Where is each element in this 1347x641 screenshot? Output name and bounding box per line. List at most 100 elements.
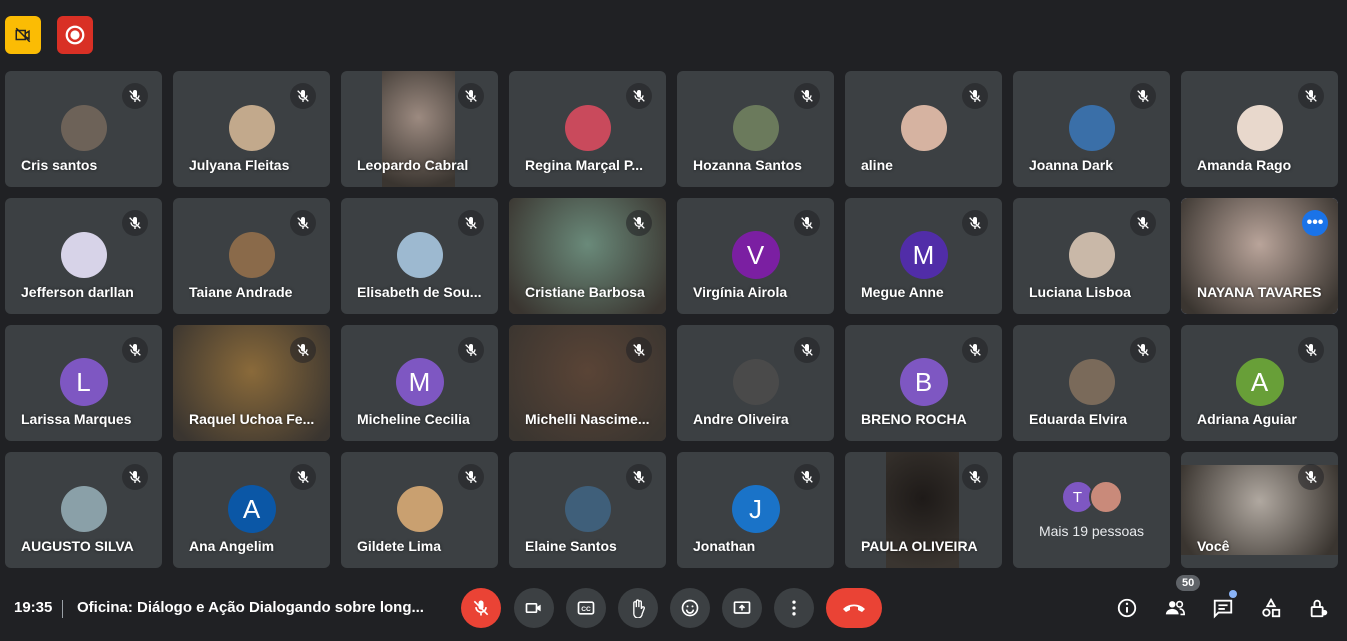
- avatar: [732, 105, 779, 151]
- participant-name: Cristiane Barbosa: [525, 284, 645, 300]
- participant-options-icon[interactable]: •••: [1302, 210, 1328, 236]
- avatar: [1068, 232, 1115, 278]
- participant-tile[interactable]: Elisabeth de Sou...: [341, 198, 498, 314]
- participant-name: aline: [861, 157, 893, 173]
- participant-tile[interactable]: Elaine Santos: [509, 452, 666, 568]
- participant-tile[interactable]: Hozanna Santos: [677, 71, 834, 187]
- recording-badge[interactable]: [57, 16, 93, 54]
- muted-mic-icon: [1298, 83, 1324, 109]
- participant-tile[interactable]: Julyana Fleitas: [173, 71, 330, 187]
- people-button[interactable]: [1162, 595, 1188, 621]
- muted-mic-icon: [290, 210, 316, 236]
- muted-mic-icon: [626, 83, 652, 109]
- participant-tile[interactable]: aline: [845, 71, 1002, 187]
- participant-name: Adriana Aguiar: [1197, 411, 1297, 427]
- participant-tile[interactable]: Amanda Rago: [1181, 71, 1338, 187]
- avatar: [228, 232, 275, 278]
- captions-icon: CC: [577, 601, 595, 615]
- participant-tile[interactable]: Você: [1181, 452, 1338, 568]
- chat-button[interactable]: [1210, 595, 1236, 621]
- participant-name: Eduarda Elvira: [1029, 411, 1128, 427]
- people-icon: [1165, 600, 1185, 616]
- microphone-button[interactable]: [461, 588, 501, 628]
- participant-tile[interactable]: Gildete Lima: [341, 452, 498, 568]
- participant-tile[interactable]: Taiane Andrade: [173, 198, 330, 314]
- muted-mic-icon: [962, 210, 988, 236]
- more-options-icon: [792, 600, 796, 616]
- participant-tile[interactable]: B BRENO ROCHA: [845, 325, 1002, 441]
- participant-tile[interactable]: Raquel Uchoa Fe...: [173, 325, 330, 441]
- muted-mic-icon: [290, 337, 316, 363]
- chat-icon: [1213, 599, 1233, 619]
- camera-button[interactable]: [514, 588, 554, 628]
- participant-tile[interactable]: PAULA OLIVEIRA: [845, 452, 1002, 568]
- participant-name: Hozanna Santos: [693, 157, 802, 173]
- more-participants-avatars: T: [1060, 480, 1123, 514]
- participant-tile[interactable]: M Micheline Cecilia: [341, 325, 498, 441]
- avatar: V: [731, 231, 780, 279]
- host-controls-icon: [1310, 599, 1328, 618]
- participant-name: Virgínia Airola: [693, 284, 788, 300]
- participant-tile[interactable]: Jefferson darllan: [5, 198, 162, 314]
- muted-mic-icon: [122, 464, 148, 490]
- participant-tile[interactable]: J Jonathan: [677, 452, 834, 568]
- participant-tile[interactable]: Leopardo Cabral: [341, 71, 498, 187]
- present-screen-icon: [733, 601, 751, 614]
- participant-name: Você: [1197, 538, 1230, 554]
- participant-name: Andre Oliveira: [693, 411, 789, 427]
- reactions-button[interactable]: [670, 588, 710, 628]
- participant-tile[interactable]: Eduarda Elvira: [1013, 325, 1170, 441]
- participant-name: BRENO ROCHA: [861, 411, 967, 427]
- info-icon: [1117, 598, 1137, 618]
- participant-name: Taiane Andrade: [189, 284, 293, 300]
- meeting-title[interactable]: Oficina: Diálogo e Ação Dialogando sobre…: [77, 599, 424, 616]
- participant-name: AUGUSTO SILVA: [21, 538, 134, 554]
- participant-name: PAULA OLIVEIRA: [861, 538, 978, 554]
- meeting-details-button[interactable]: [1114, 595, 1140, 621]
- avatar: J: [731, 485, 780, 533]
- avatar: [1068, 359, 1115, 405]
- avatar: [228, 105, 275, 151]
- chat-notification-dot: [1229, 590, 1237, 598]
- participant-tile[interactable]: Cris santos: [5, 71, 162, 187]
- participant-tile[interactable]: Andre Oliveira: [677, 325, 834, 441]
- mic-off-icon: [473, 600, 489, 616]
- participant-tile[interactable]: Regina Marçal P...: [509, 71, 666, 187]
- muted-mic-icon: [962, 337, 988, 363]
- captions-button[interactable]: CC: [566, 588, 606, 628]
- participant-tile[interactable]: Joanna Dark: [1013, 71, 1170, 187]
- muted-mic-icon: [122, 210, 148, 236]
- avatar: [60, 232, 107, 278]
- participant-name: Regina Marçal P...: [525, 157, 644, 173]
- emoji-icon: [681, 599, 699, 617]
- host-controls-button[interactable]: [1306, 595, 1332, 621]
- activities-button[interactable]: [1258, 595, 1284, 621]
- participant-tile[interactable]: T Mais 19 pessoas: [1013, 452, 1170, 568]
- raise-hand-icon: [633, 599, 645, 618]
- raise-hand-button[interactable]: [618, 588, 658, 628]
- participant-tile[interactable]: Michelli Nascime...: [509, 325, 666, 441]
- no-video-badge[interactable]: [5, 16, 41, 54]
- participant-name: Cris santos: [21, 157, 98, 173]
- participant-tile[interactable]: M Megue Anne: [845, 198, 1002, 314]
- muted-mic-icon: [458, 210, 484, 236]
- more-options-button[interactable]: [774, 588, 814, 628]
- participant-tile[interactable]: Cristiane Barbosa: [509, 198, 666, 314]
- participant-tile[interactable]: Luciana Lisboa: [1013, 198, 1170, 314]
- participant-tile[interactable]: AUGUSTO SILVA: [5, 452, 162, 568]
- leave-call-button[interactable]: [826, 588, 882, 628]
- muted-mic-icon: [794, 210, 820, 236]
- participant-name: Luciana Lisboa: [1029, 284, 1131, 300]
- avatar: [1068, 105, 1115, 151]
- participant-tile[interactable]: A Ana Angelim: [173, 452, 330, 568]
- participant-tile[interactable]: V Virgínia Airola: [677, 198, 834, 314]
- participant-name: Julyana Fleitas: [189, 157, 290, 173]
- participant-tile[interactable]: A Adriana Aguiar: [1181, 325, 1338, 441]
- meeting-time: 19:35: [14, 599, 53, 616]
- muted-mic-icon: [626, 337, 652, 363]
- participant-tile[interactable]: NAYANA TAVARES •••: [1181, 198, 1338, 314]
- present-screen-button[interactable]: [722, 588, 762, 628]
- participant-tile[interactable]: L Larissa Marques: [5, 325, 162, 441]
- avatar: [396, 232, 443, 278]
- svg-text:CC: CC: [581, 606, 591, 613]
